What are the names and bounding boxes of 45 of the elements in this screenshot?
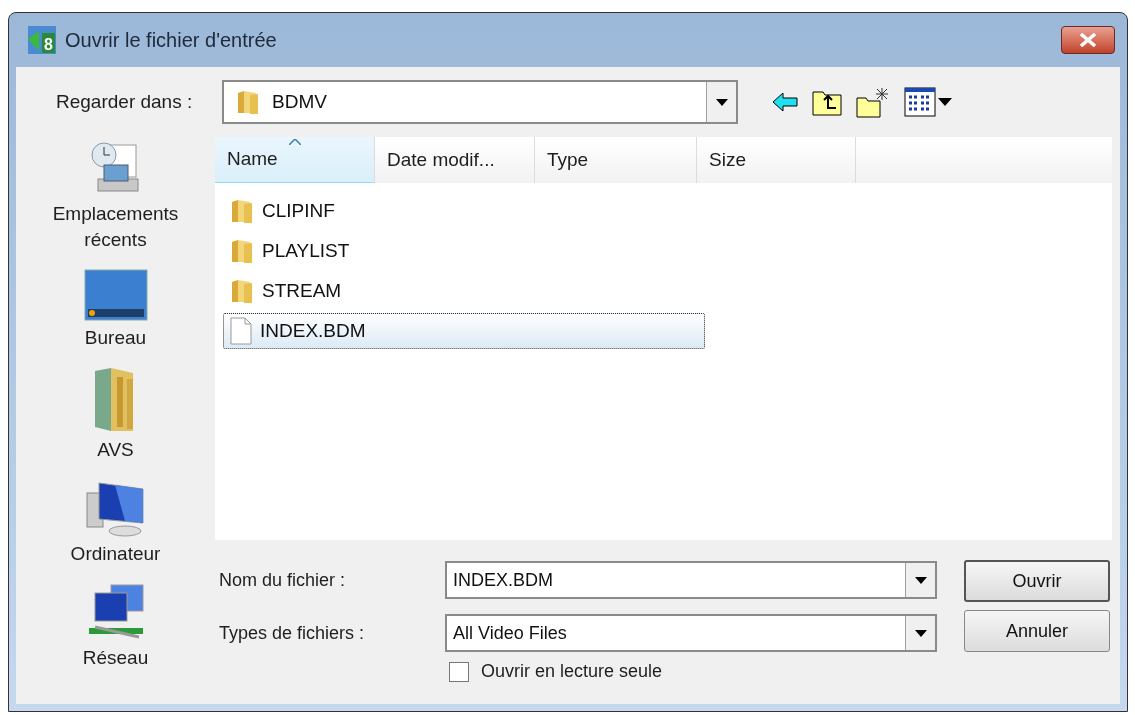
file-name-combo[interactable]: INDEX.BDM: [445, 561, 937, 599]
file-name: PLAYLIST: [262, 238, 350, 263]
file-row[interactable]: STREAM: [223, 273, 705, 309]
place-label[interactable]: Ordinateur: [40, 541, 191, 567]
file-type-label: Types de fichiers :: [218, 621, 366, 645]
file-icon: [230, 317, 252, 345]
dialog-button[interactable]: Ouvrir: [964, 560, 1110, 602]
file-row[interactable]: INDEX.BDM: [223, 313, 705, 349]
file-type-combo[interactable]: All Video Files: [445, 614, 937, 652]
computer-icon: [84, 479, 147, 537]
column-header[interactable]: Size: [697, 137, 856, 183]
folder-icon: [230, 238, 254, 264]
back-arrow-icon[interactable]: [772, 92, 798, 112]
dialog-button[interactable]: Annuler: [964, 610, 1110, 652]
file-name: CLIPINF: [262, 198, 335, 223]
file-name-value: INDEX.BDM: [452, 568, 554, 592]
look-in-value: BDMV: [272, 89, 328, 114]
file-name: STREAM: [262, 278, 342, 303]
read-only-checkbox[interactable]: [449, 661, 469, 682]
file-name-label: Nom du fichier :: [218, 568, 347, 592]
place-label[interactable]: AVS: [40, 437, 191, 463]
desktop-icon: [83, 269, 148, 321]
look-in-dropdown[interactable]: BDMV: [222, 80, 738, 124]
view-menu-icon[interactable]: [904, 87, 952, 117]
window-title: Ouvrir le fichier d'entrée: [65, 28, 277, 53]
column-header[interactable]: Name: [215, 137, 375, 183]
file-type-value: All Video Files: [452, 621, 568, 645]
folder-icon: [230, 198, 254, 224]
place-label[interactable]: Emplacements récents: [40, 201, 191, 253]
new-folder-icon[interactable]: [856, 86, 890, 118]
column-header[interactable]: Type: [535, 137, 697, 183]
folder-icon: [230, 278, 254, 304]
file-name: INDEX.BDM: [260, 318, 366, 343]
app-icon: 8: [27, 25, 57, 55]
place-label[interactable]: Réseau: [40, 645, 191, 671]
file-row[interactable]: PLAYLIST: [223, 233, 705, 269]
read-only-label: Ouvrir en lecture seule: [481, 660, 663, 683]
folder-up-icon[interactable]: [812, 88, 842, 116]
place-label[interactable]: Bureau: [40, 325, 191, 351]
look-in-label: Regarder dans :: [56, 89, 194, 114]
column-header[interactable]: Date modif...: [375, 137, 535, 183]
close-icon: [1079, 33, 1097, 47]
file-row[interactable]: CLIPINF: [223, 193, 705, 229]
folder-icon: [236, 89, 260, 115]
close-button[interactable]: [1061, 26, 1115, 54]
